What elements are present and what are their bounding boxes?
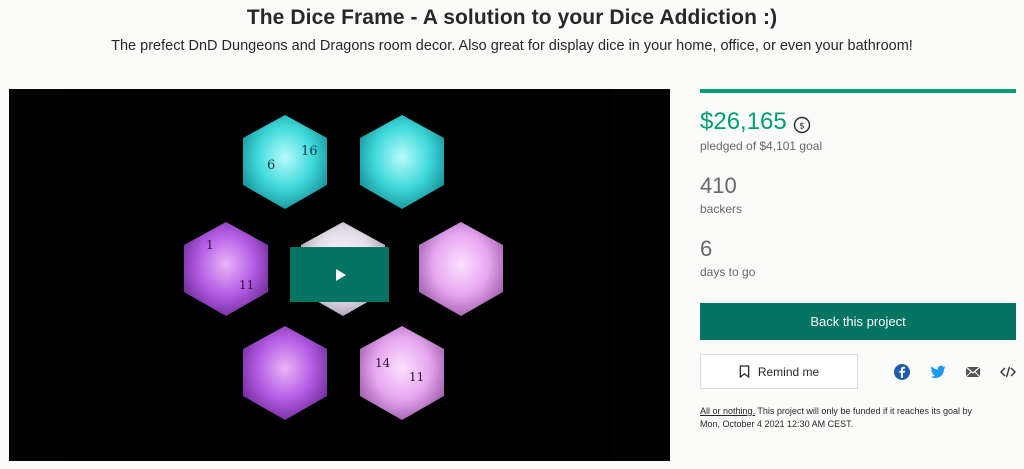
project-title: The Dice Frame - A solution to your Dice… [246, 6, 778, 29]
play-button[interactable] [290, 247, 389, 302]
backers-count: 410 [700, 173, 737, 198]
svg-text:11: 11 [239, 278, 254, 292]
svg-text:$: $ [799, 122, 805, 132]
project-subtitle: The prefect DnD Dungeons and Dragons roo… [111, 38, 913, 54]
embed-icon[interactable] [999, 363, 1017, 381]
die-purple-bottom [243, 326, 327, 420]
pledged-label: pledged of $4,101 goal [700, 139, 823, 153]
back-project-button[interactable]: Back this project [700, 303, 1016, 340]
svg-text:16: 16 [301, 144, 318, 159]
days-count: 6 [700, 236, 713, 261]
die-pink-right [419, 222, 503, 316]
svg-text:6: 6 [267, 158, 275, 173]
backers-label: backers [700, 202, 743, 216]
funding-progress-bar [700, 89, 1016, 93]
die-pink-bottom: 14 11 [360, 326, 444, 420]
remind-me-label: Remind me [757, 364, 820, 379]
pledged-amount: $26,165 [700, 108, 787, 135]
all-or-nothing-link[interactable]: All or nothing. [700, 406, 755, 416]
footnote-text: This project will only be funded if it r… [755, 406, 972, 416]
die-cyan-left: 6 16 [243, 115, 327, 209]
email-icon[interactable] [964, 363, 982, 381]
twitter-icon[interactable] [929, 363, 947, 381]
video-player[interactable]: 6 16 1 11 14 11 [9, 89, 670, 461]
bookmark-icon [739, 365, 750, 378]
remind-me-button[interactable]: Remind me [700, 354, 858, 389]
svg-text:14: 14 [375, 356, 391, 370]
die-purple-left: 1 11 [184, 222, 268, 316]
play-icon [335, 268, 346, 281]
footnote-date: Mon, October 4 2021 12:30 AM CEST. [700, 419, 854, 429]
svg-text:1: 1 [206, 238, 214, 252]
days-label: days to go [700, 265, 756, 279]
funding-footnote: All or nothing. This project will only b… [700, 405, 1016, 431]
pledged-amount-row: $26,165 $ [700, 108, 811, 136]
funding-progress-fill [700, 89, 1016, 93]
die-cyan-right [360, 115, 444, 209]
svg-text:11: 11 [409, 370, 424, 384]
facebook-icon[interactable] [893, 363, 911, 381]
currency-conversion-icon[interactable]: $ [793, 113, 811, 134]
